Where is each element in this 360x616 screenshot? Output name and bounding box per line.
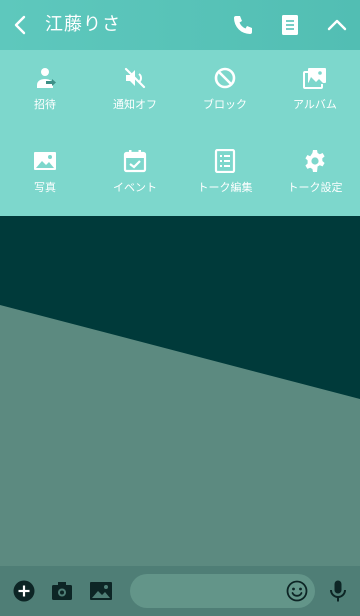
notifications-off-icon xyxy=(124,67,146,89)
menu-item-edit-talk[interactable]: トーク編集 xyxy=(180,133,270,216)
microphone-icon[interactable] xyxy=(326,579,350,603)
edit-talk-icon xyxy=(214,149,236,173)
menu-item-event[interactable]: イベント xyxy=(90,133,180,216)
chat-background xyxy=(0,216,360,566)
menu-item-label: ブロック xyxy=(203,98,247,111)
block-icon xyxy=(214,67,236,89)
menu-item-photo[interactable]: 写真 xyxy=(0,133,90,216)
menu-item-label: トーク設定 xyxy=(287,181,343,194)
collapse-icon[interactable] xyxy=(325,13,349,37)
talk-settings-icon xyxy=(305,150,325,172)
menu-item-invite[interactable]: 招待 xyxy=(0,50,90,133)
menu-item-album[interactable]: アルバム xyxy=(270,50,360,133)
message-input-bar xyxy=(0,566,360,616)
add-icon[interactable] xyxy=(12,579,36,603)
menu-item-label: トーク編集 xyxy=(197,181,253,194)
menu-item-label: 写真 xyxy=(34,181,56,194)
camera-icon[interactable] xyxy=(50,579,74,603)
phone-icon[interactable] xyxy=(231,13,255,37)
chat-menu-panel: 招待 通知オフ ブロック アルバム 写真 イベント トーク編集 トーク設定 xyxy=(0,50,360,216)
menu-item-label: 招待 xyxy=(34,98,56,111)
emoji-icon[interactable] xyxy=(285,579,309,603)
image-icon[interactable] xyxy=(89,579,113,603)
invite-icon xyxy=(37,68,56,88)
back-icon[interactable] xyxy=(10,13,32,37)
photo-icon xyxy=(34,152,56,170)
menu-item-talk-settings[interactable]: トーク設定 xyxy=(270,133,360,216)
menu-item-block[interactable]: ブロック xyxy=(180,50,270,133)
notes-icon[interactable] xyxy=(278,13,302,37)
menu-item-label: イベント xyxy=(113,181,157,194)
message-input[interactable] xyxy=(130,574,315,608)
album-icon xyxy=(303,68,326,89)
chat-header: 江藤りさ xyxy=(0,0,360,50)
event-icon xyxy=(123,150,147,173)
chat-title: 江藤りさ xyxy=(45,14,121,35)
background-slope-shape xyxy=(0,305,360,566)
menu-item-label: 通知オフ xyxy=(113,98,157,111)
menu-item-label: アルバム xyxy=(293,98,337,111)
menu-item-notifications-off[interactable]: 通知オフ xyxy=(90,50,180,133)
